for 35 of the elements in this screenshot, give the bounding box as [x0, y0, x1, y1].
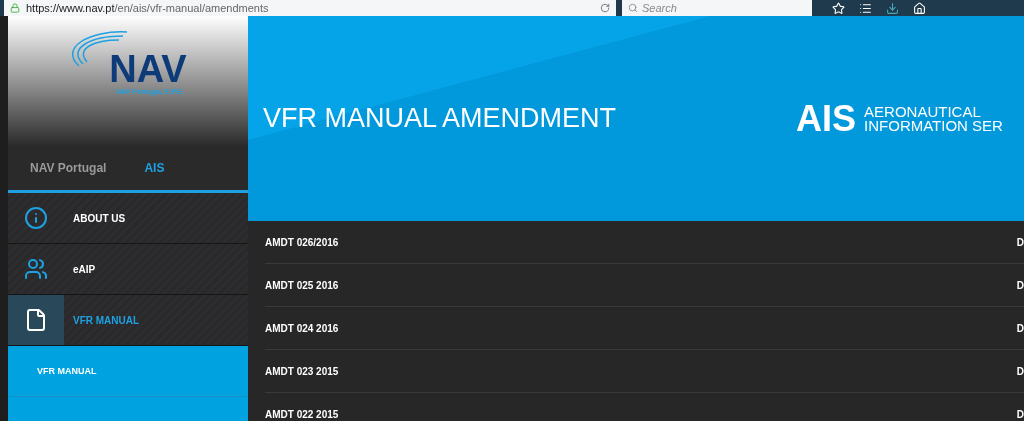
menu-item[interactable]: ABOUT US — [8, 193, 248, 244]
amendment-link[interactable]: AMDT 023 2015 — [265, 365, 339, 377]
lock-icon — [10, 3, 20, 13]
table-cell: D — [1016, 365, 1024, 377]
document-icon — [24, 308, 48, 332]
table-cell: D — [1016, 322, 1024, 334]
list-icon[interactable] — [859, 1, 872, 15]
table-cell: D — [1016, 236, 1024, 248]
menu-item[interactable]: eAIP — [8, 244, 248, 295]
people-icon — [24, 257, 48, 281]
menu-item[interactable]: VFR MANUAL — [8, 295, 248, 346]
amendment-link[interactable]: AMDT 026/2016 — [265, 236, 339, 248]
home-icon[interactable] — [913, 1, 926, 15]
menu-label[interactable]: VFR MANUAL — [73, 314, 140, 326]
brand-logo: AIS — [796, 97, 857, 140]
brand-line: INFORMATION SER — [864, 118, 1003, 133]
nav-tab[interactable]: NAV Portugal — [30, 161, 107, 175]
info-icon — [24, 206, 48, 230]
download-icon[interactable] — [886, 1, 899, 15]
table-cell: D — [1016, 408, 1024, 420]
star-icon[interactable] — [832, 1, 845, 15]
search-icon — [628, 3, 638, 13]
menu-label[interactable]: ABOUT US — [73, 212, 126, 224]
logo-text: NAV — [109, 50, 187, 88]
menu-label[interactable]: eAIP — [73, 263, 96, 275]
table-cell: D — [1016, 279, 1024, 291]
amendment-link[interactable]: AMDT 025 2016 — [265, 279, 339, 291]
amendment-link[interactable]: AMDT 022 2015 — [265, 408, 339, 420]
reload-icon[interactable] — [600, 3, 610, 13]
address-bar[interactable]: https://www.nav.pt/en/ais/vfr-manual/amendments — [4, 0, 616, 16]
brand-line: AERONAUTICAL — [864, 104, 982, 119]
amendment-link[interactable]: AMDT 024 2016 — [265, 322, 339, 334]
nav-tab[interactable]: AIS — [144, 161, 165, 175]
page-title: VFR MANUAL AMENDMENT — [263, 103, 617, 134]
url-text: https://www.nav.pt/en/ais/vfr-manual/amendments — [26, 2, 269, 14]
